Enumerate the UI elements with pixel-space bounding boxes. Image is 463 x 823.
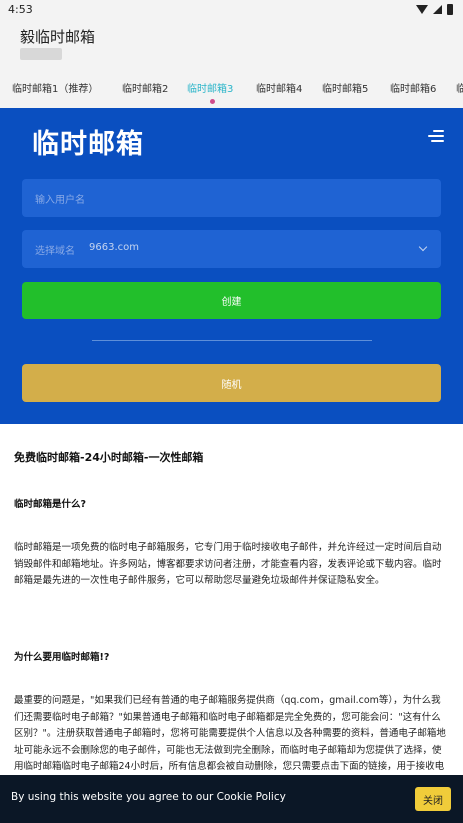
section-body-what: 临时邮箱是一项免费的临时电子邮箱服务，它专门用于临时接收电子邮件，并允许经过一定… [14,542,442,586]
tab-4[interactable]: 临时邮箱4 [256,80,302,95]
random-button[interactable]: 随机 [22,364,441,402]
tab-5[interactable]: 临时邮箱5 [322,80,368,95]
status-time: 4:53 [8,3,33,16]
wifi-icon [416,5,428,14]
tab-2[interactable]: 临时邮箱2 [122,80,168,95]
site-logo[interactable]: 临时邮箱 [32,122,144,161]
username-placeholder: 输入用户名 [35,195,85,206]
status-icons [416,4,453,15]
tab-7[interactable]: 临 [456,80,463,95]
cookie-close-button[interactable]: 关闭 [415,787,451,811]
tab-3[interactable]: 临时邮箱3 [187,80,233,95]
create-button[interactable]: 创建 [22,282,441,319]
section-heading-why: 为什么要用临时邮箱!? [14,652,110,663]
battery-icon [447,4,453,15]
domain-label: 选择域名 [35,246,75,257]
app-header: 毅临时邮箱 [0,20,463,72]
tab-1[interactable]: 临时邮箱1（推荐） [12,80,98,95]
status-bar: 4:53 [0,0,463,20]
menu-icon[interactable] [428,130,444,143]
chevron-down-icon [418,242,428,252]
redacted-subtitle [20,48,62,60]
domain-value: 9663.com [89,242,139,253]
tab-6[interactable]: 临时邮箱6 [390,80,436,95]
signal-icon [433,5,442,14]
section-heading-what: 临时邮箱是什么? [14,499,87,510]
username-input[interactable]: 输入用户名 [22,179,441,217]
app-title: 毅临时邮箱 [20,28,96,46]
divider [92,340,372,341]
cookie-text: By using this website you agree to our C… [11,791,286,803]
active-tab-indicator [210,99,215,104]
tab-bar: 临时邮箱1（推荐） 临时邮箱2 临时邮箱3 临时邮箱4 临时邮箱5 临时邮箱6 … [0,72,463,108]
cookie-banner: By using this website you agree to our C… [0,775,463,823]
page-title: 免费临时邮箱-24小时邮箱-一次性邮箱 [14,451,204,464]
domain-select[interactable]: 选择域名 9663.com [22,230,441,268]
